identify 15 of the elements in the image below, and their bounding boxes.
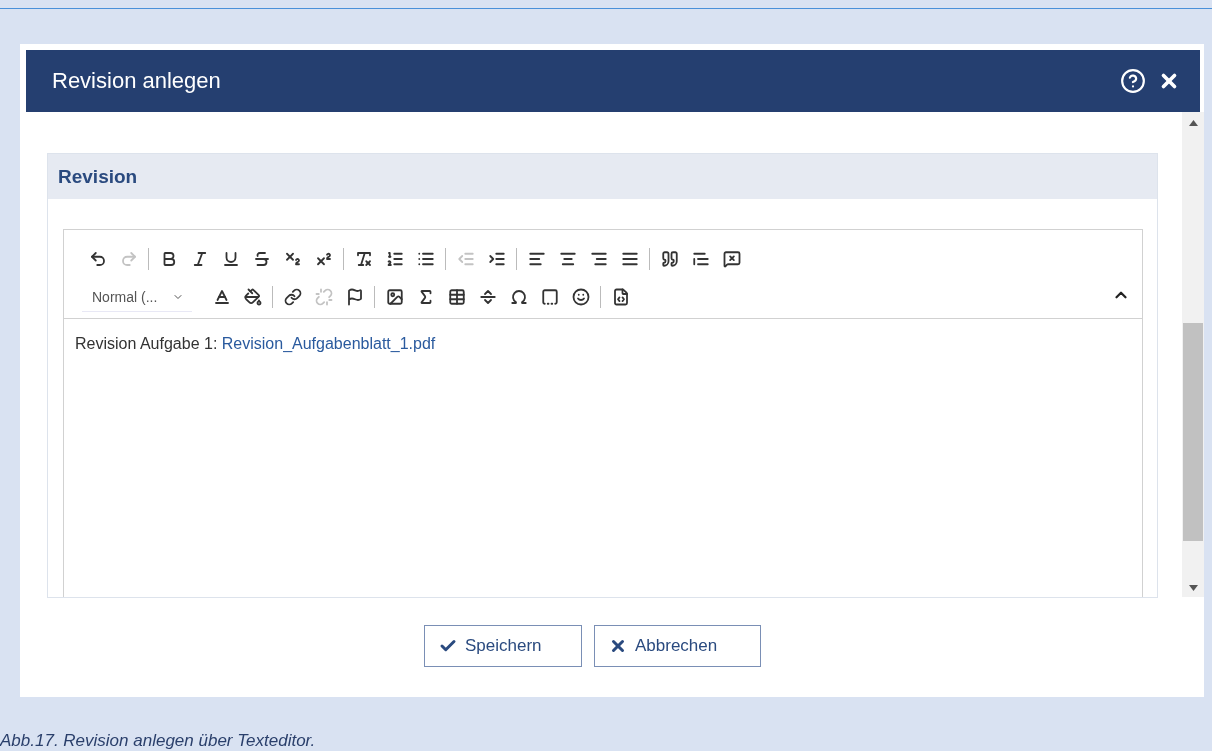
scroll-down-icon[interactable]	[1188, 585, 1198, 591]
figure-caption: Abb.17. Revision anlegen über Texteditor.	[0, 731, 317, 751]
panel-title: Revision	[58, 165, 138, 188]
cancel-button[interactable]: Abbrechen	[594, 625, 761, 667]
text-editor[interactable]: Normal (... Revision Aufgabe 1: Revision_Aufgabenblatt_1.pdf	[63, 229, 1143, 597]
save-button[interactable]: Speichern	[424, 625, 582, 667]
format-dropdown[interactable]: Normal (...	[82, 282, 192, 312]
file-link[interactable]: Revision_Aufgabenblatt_1.pdf	[221, 335, 436, 352]
close-icon	[609, 637, 627, 655]
editor-text: Revision Aufgabe 1: Revision_Aufgabenblatt_1.pdf	[74, 334, 437, 354]
scroll-up-icon[interactable]	[1188, 120, 1198, 126]
scroll-thumb[interactable]	[1183, 322, 1203, 541]
dialog-title: Revision anlegen	[52, 68, 221, 94]
scrollbar[interactable]	[1182, 112, 1204, 597]
help-icon[interactable]	[1120, 68, 1146, 94]
